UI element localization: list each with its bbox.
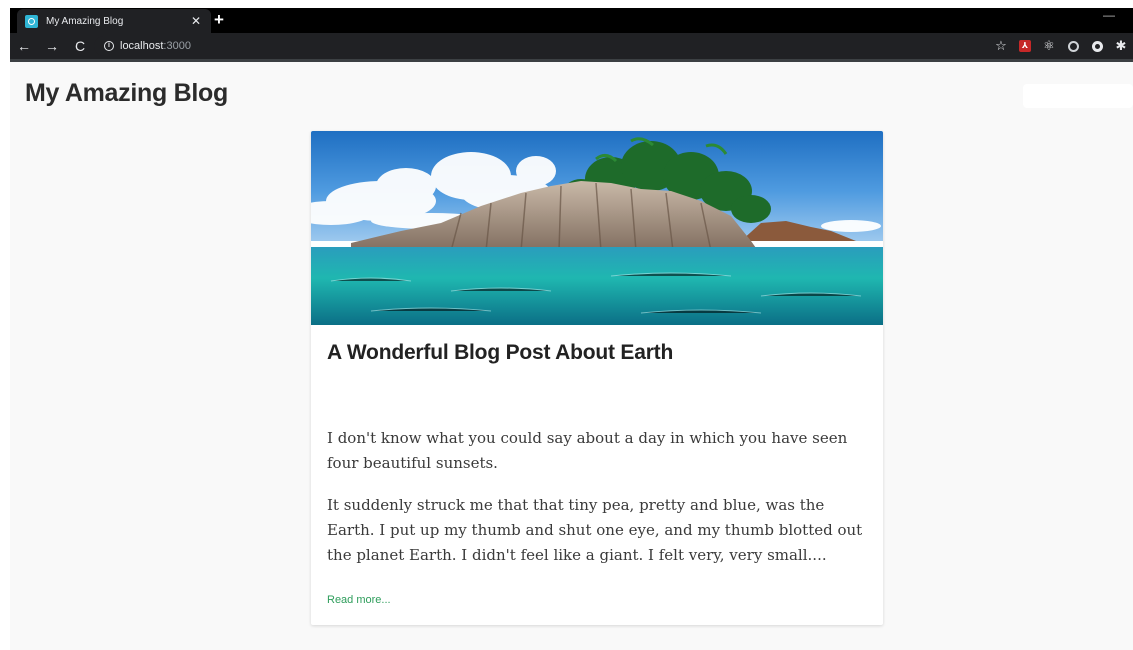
address-bar[interactable]: i localhost :3000 bbox=[94, 36, 1014, 56]
extensions-button[interactable]: ✱ bbox=[1109, 33, 1133, 59]
post-paragraph: It suddenly struck me that that tiny pea… bbox=[327, 496, 863, 564]
browser-chrome: My Amazing Blog ✕ + — ← → C i localhost … bbox=[10, 8, 1133, 62]
post-paragraph: I don't know what you could say about a … bbox=[327, 429, 848, 472]
dot-icon bbox=[1091, 40, 1103, 52]
star-icon: ☆ bbox=[995, 38, 1007, 53]
extension-bar: ☆ ⅄ ⚛ ✱ bbox=[989, 33, 1133, 59]
ring-extension-button[interactable] bbox=[1061, 33, 1085, 59]
react-favicon-icon bbox=[25, 14, 38, 28]
hero-image bbox=[311, 131, 883, 325]
tab-strip: My Amazing Blog ✕ + — bbox=[10, 8, 1133, 33]
browser-toolbar: ← → C i localhost :3000 ☆ ⅄ ⚛ ✱ bbox=[10, 33, 1133, 59]
url-port: :3000 bbox=[163, 40, 191, 52]
info-icon[interactable]: i bbox=[104, 41, 114, 51]
ring-icon bbox=[1067, 40, 1079, 52]
header-blur-area bbox=[1023, 84, 1133, 108]
back-icon[interactable]: ← bbox=[10, 33, 38, 59]
pdf-icon: ⅄ bbox=[1019, 40, 1031, 52]
close-tab-icon[interactable]: ✕ bbox=[189, 14, 203, 28]
react-devtools-button[interactable]: ⚛ bbox=[1037, 33, 1061, 59]
bookmark-star-button[interactable]: ☆ bbox=[989, 33, 1013, 59]
tab-title: My Amazing Blog bbox=[46, 15, 124, 27]
reload-icon[interactable]: C bbox=[66, 33, 94, 59]
minimize-window-button[interactable]: — bbox=[1103, 8, 1115, 22]
blog-title: My Amazing Blog bbox=[25, 79, 228, 107]
url-host: localhost bbox=[120, 40, 164, 52]
pdf-extension-button[interactable]: ⅄ bbox=[1013, 33, 1037, 59]
forward-icon[interactable]: → bbox=[38, 33, 66, 59]
new-tab-button[interactable]: + bbox=[214, 10, 224, 30]
read-more-link[interactable]: Read more... bbox=[327, 594, 391, 606]
post-excerpt: I don't know what you could say about a … bbox=[327, 426, 867, 585]
puzzle-icon: ✱ bbox=[1115, 38, 1127, 53]
post-title: A Wonderful Blog Post About Earth bbox=[327, 341, 674, 364]
dot-extension-button[interactable] bbox=[1085, 33, 1109, 59]
page-viewport: My Amazing Blog A Wonderful Blog Post Ab… bbox=[10, 62, 1133, 650]
post-card: A Wonderful Blog Post About Earth I don'… bbox=[311, 131, 883, 625]
tab-my-amazing-blog[interactable]: My Amazing Blog ✕ bbox=[17, 9, 211, 33]
react-atom-icon: ⚛ bbox=[1043, 38, 1055, 53]
